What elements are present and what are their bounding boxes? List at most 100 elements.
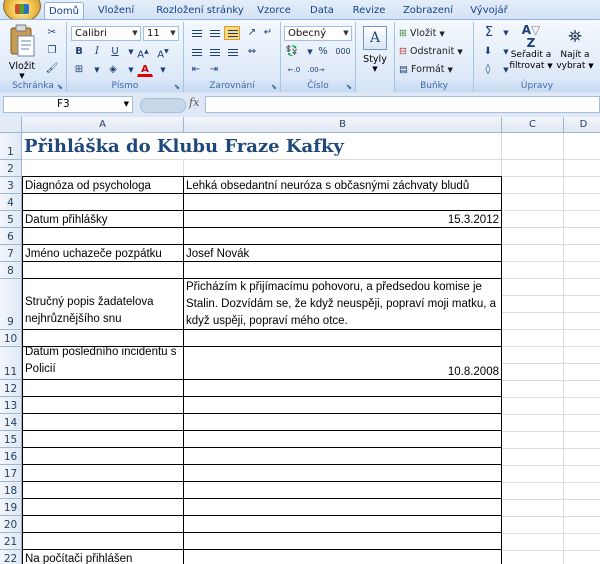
cell-c1[interactable] — [502, 133, 564, 160]
cell-a22[interactable]: Na počítači přihlášen — [22, 550, 184, 564]
row-header[interactable]: 5 — [0, 211, 22, 228]
increase-indent-icon[interactable]: ⇥ — [206, 63, 222, 77]
row-header[interactable]: 3 — [0, 177, 22, 194]
shrink-font-icon[interactable]: A▼ — [155, 45, 171, 60]
cell-a19[interactable] — [22, 499, 184, 516]
cell-b8[interactable] — [184, 262, 502, 279]
borders-icon[interactable]: ⊞ — [71, 63, 87, 77]
name-box[interactable]: F3 ▼ — [3, 96, 133, 113]
cell-b14[interactable] — [184, 414, 502, 431]
row-header[interactable]: 11 — [0, 347, 22, 380]
cell-b15[interactable] — [184, 431, 502, 448]
grow-font-icon[interactable]: A▲ — [135, 45, 151, 60]
cell-b13[interactable] — [184, 397, 502, 414]
cell-b9[interactable]: Přicházím k přijímacímu pohovoru, a před… — [184, 279, 502, 330]
cell-d1[interactable] — [564, 133, 600, 160]
row-header[interactable]: 10 — [0, 330, 22, 347]
insert-function-button[interactable]: fx — [189, 96, 199, 109]
font-color-icon[interactable]: A — [137, 63, 153, 77]
align-right-icon[interactable] — [224, 45, 240, 59]
row-header[interactable]: 19 — [0, 499, 22, 516]
align-left-icon[interactable] — [188, 45, 204, 59]
formula-bar-resize-handle[interactable] — [140, 98, 186, 113]
cell-b6[interactable] — [184, 228, 502, 245]
tab-page-layout[interactable]: Rozložení stránky — [152, 2, 248, 20]
tab-formulas[interactable]: Vzorce — [256, 2, 292, 20]
cell-a1[interactable]: Přihláška do Klubu Fraze Kafky — [22, 133, 502, 160]
fill-color-icon[interactable]: ◈ — [105, 63, 121, 77]
delete-cells-button[interactable]: ⊟ Odstranit ▼ — [399, 44, 463, 59]
cell-b2[interactable] — [184, 160, 502, 177]
increase-decimal-icon[interactable]: ←.0 — [284, 63, 304, 77]
row-header[interactable]: 7 — [0, 245, 22, 262]
decrease-indent-icon[interactable]: ⇤ — [188, 63, 204, 77]
cell-a9[interactable]: Stručný popis žadatelova nejhrůznějšího … — [22, 279, 184, 330]
tab-insert[interactable]: Vložení — [96, 2, 136, 20]
align-top-icon[interactable] — [188, 26, 204, 40]
column-header-b[interactable]: B — [184, 117, 502, 133]
cell-a14[interactable] — [22, 414, 184, 431]
cell-b11[interactable]: 10.8.2008 — [184, 347, 502, 380]
chevron-down-icon[interactable]: ▼ — [89, 63, 105, 77]
find-select-button[interactable]: ⛯ Najít a vybrat ▼ — [554, 24, 596, 80]
cell-b20[interactable] — [184, 516, 502, 533]
percent-button[interactable]: % — [315, 45, 331, 59]
autosum-button[interactable]: Σ — [480, 26, 498, 40]
cell-a12[interactable] — [22, 380, 184, 397]
wrap-text-icon[interactable]: ↵ — [260, 26, 276, 40]
cell-a4[interactable] — [22, 194, 184, 211]
sort-filter-button[interactable]: A▽ Z Seřadit a filtrovat ▼ — [508, 24, 554, 80]
cell-a5[interactable]: Datum přihlášky — [22, 211, 184, 228]
cell-b17[interactable] — [184, 465, 502, 482]
cell-a11[interactable]: Datum posledního incidentu s Policií — [22, 347, 184, 380]
merge-center-icon[interactable]: ⇔ — [244, 45, 260, 59]
cell-b21[interactable] — [184, 533, 502, 550]
cell-b12[interactable] — [184, 380, 502, 397]
column-header-a[interactable]: A — [22, 117, 184, 133]
cell-b4[interactable] — [184, 194, 502, 211]
cell-a17[interactable] — [22, 465, 184, 482]
cell-b19[interactable] — [184, 499, 502, 516]
cut-icon[interactable]: ✂ — [44, 26, 60, 40]
tab-view[interactable]: Zobrazení — [400, 2, 456, 20]
row-header[interactable]: 21 — [0, 533, 22, 550]
row-header[interactable]: 16 — [0, 448, 22, 465]
cell-b5[interactable]: 15.3.2012 — [184, 211, 502, 228]
clear-icon[interactable]: ◊ — [480, 63, 496, 77]
cell-b3[interactable]: Lehká obsedantní neuróza s občasnými zác… — [184, 176, 502, 194]
cell-b10[interactable] — [184, 330, 502, 347]
currency-icon[interactable]: 💱 — [284, 45, 300, 59]
styles-button[interactable]: A Styly ▼ — [358, 24, 392, 79]
cell-a8[interactable] — [22, 262, 184, 279]
chevron-down-icon[interactable]: ▼ — [155, 63, 171, 77]
cell-a2[interactable] — [22, 160, 184, 177]
row-header[interactable]: 1 — [0, 133, 22, 160]
cell-a6[interactable] — [22, 228, 184, 245]
cell-a3[interactable]: Diagnóza od psychologa — [22, 176, 184, 194]
row-header[interactable]: 15 — [0, 431, 22, 448]
select-all-button[interactable] — [0, 117, 22, 133]
cell-b18[interactable] — [184, 482, 502, 499]
bold-button[interactable]: B — [71, 45, 87, 59]
row-header[interactable]: 2 — [0, 160, 22, 177]
cell-a20[interactable] — [22, 516, 184, 533]
dialog-launcher-icon[interactable]: ⬊ — [271, 84, 278, 91]
row-header[interactable]: 9 — [0, 279, 22, 330]
row-header[interactable]: 4 — [0, 194, 22, 211]
row-header[interactable]: 22 — [0, 550, 22, 564]
row-header[interactable]: 20 — [0, 516, 22, 533]
dialog-launcher-icon[interactable]: ⬊ — [57, 84, 64, 91]
row-header[interactable]: 8 — [0, 262, 22, 279]
fill-icon[interactable]: ⬇ — [480, 45, 496, 59]
decrease-decimal-icon[interactable]: .00→ — [306, 63, 326, 77]
tab-developer[interactable]: Vývojář — [466, 2, 512, 20]
insert-cells-button[interactable]: ⊞ Vložit ▼ — [399, 26, 445, 41]
row-header[interactable]: 14 — [0, 414, 22, 431]
thousands-button[interactable]: 000 — [333, 45, 353, 59]
align-bottom-icon[interactable] — [224, 26, 240, 40]
row-header[interactable]: 12 — [0, 380, 22, 397]
cell-c2[interactable] — [502, 160, 564, 177]
cell-a21[interactable] — [22, 533, 184, 550]
cell-d2[interactable] — [564, 160, 600, 177]
column-header-d[interactable]: D — [564, 117, 600, 133]
